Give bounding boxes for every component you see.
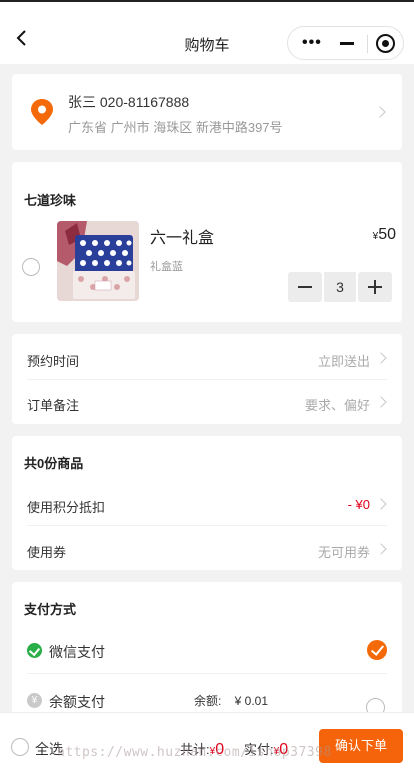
product-price: ¥50 — [373, 226, 396, 244]
order-note-row[interactable]: 订单备注 要求、偏好 — [27, 380, 387, 424]
checked-icon[interactable] — [367, 640, 387, 660]
product-name: 六一礼盒 — [150, 230, 215, 247]
paid-amount: 实付:¥0 — [244, 739, 288, 759]
mini-program-capsule: ••• — [287, 26, 404, 60]
item-count-heading: 共0份商品 — [24, 456, 84, 471]
wechat-pay-option[interactable]: 微信支付 — [27, 628, 387, 674]
total-label: 共计: — [180, 742, 210, 757]
goods-card: 七道珍味 六一礼盒 礼盒蓝 ¥50 3 — [12, 162, 402, 322]
receiver-name-phone: 张三 020-81167888 — [68, 94, 190, 110]
paid-value: 0 — [279, 741, 289, 758]
chevron-right-icon — [375, 352, 387, 364]
quantity-value[interactable]: 3 — [324, 272, 356, 302]
points-label: 使用积分抵扣 — [27, 500, 106, 515]
order-options-card: 预约时间 立即送出 订单备注 要求、偏好 — [12, 334, 402, 424]
more-icon[interactable]: ••• — [302, 35, 322, 51]
balance-amount: 余额: ¥ 0.01 — [194, 694, 269, 708]
order-note-label: 订单备注 — [27, 398, 80, 413]
address-card[interactable]: 张三 020-81167888 广东省 广州市 海珠区 新港中路397号 — [12, 74, 402, 150]
product-image — [57, 221, 139, 301]
points-deduction-row[interactable]: 使用积分抵扣 - ¥0 — [27, 482, 387, 526]
chevron-right-icon — [375, 498, 387, 510]
points-value: - ¥0 — [347, 497, 370, 512]
capsule-divider — [367, 35, 368, 53]
coupon-row[interactable]: 使用券 无可用券 — [27, 527, 387, 571]
delivery-time-value: 立即送出 — [317, 354, 370, 369]
select-all-label[interactable]: 全选 — [35, 739, 63, 759]
decrease-button[interactable] — [288, 272, 322, 302]
chevron-right-icon — [374, 106, 386, 118]
price-value: 50 — [378, 226, 396, 243]
checkout-bar: 全选 共计:¥0 实付:¥0 确认下单 — [0, 712, 414, 780]
chevron-right-icon — [375, 543, 387, 555]
navigation-bar: 购物车 ••• — [0, 0, 414, 64]
item-select-radio[interactable] — [22, 258, 40, 276]
paid-label: 实付: — [244, 742, 274, 757]
minimize-icon[interactable] — [340, 42, 354, 45]
yuan-coin-icon: ¥ — [27, 693, 42, 708]
balance-pay-label: 余额支付 — [49, 694, 105, 710]
location-pin-icon — [31, 99, 53, 125]
increase-button[interactable] — [358, 272, 392, 302]
delivery-time-label: 预约时间 — [27, 354, 80, 369]
order-note-value: 要求、偏好 — [304, 398, 370, 413]
receiver-address: 广东省 广州市 海珠区 新港中路397号 — [68, 120, 283, 135]
product-spec: 礼盒蓝 — [150, 261, 183, 273]
wechat-icon — [27, 643, 42, 658]
select-all-radio[interactable] — [11, 738, 29, 756]
close-target-icon[interactable] — [376, 34, 395, 53]
total-amount: 共计:¥0 — [180, 739, 224, 759]
coupon-value: 无可用券 — [317, 545, 370, 560]
payment-card: 支付方式 微信支付 ¥ 余额支付 余额: ¥ 0.01 — [12, 582, 402, 722]
coupon-label: 使用券 — [27, 545, 67, 560]
summary-card: 共0份商品 使用积分抵扣 - ¥0 使用券 无可用券 — [12, 436, 402, 570]
quantity-stepper: 3 — [288, 272, 392, 302]
shop-name: 七道珍味 — [24, 193, 77, 208]
submit-order-button[interactable]: 确认下单 — [319, 729, 403, 763]
delivery-time-row[interactable]: 预约时间 立即送出 — [27, 336, 387, 380]
payment-heading: 支付方式 — [24, 602, 77, 617]
wechat-pay-label: 微信支付 — [49, 644, 105, 660]
total-value: 0 — [215, 741, 225, 758]
chevron-right-icon — [375, 396, 387, 408]
